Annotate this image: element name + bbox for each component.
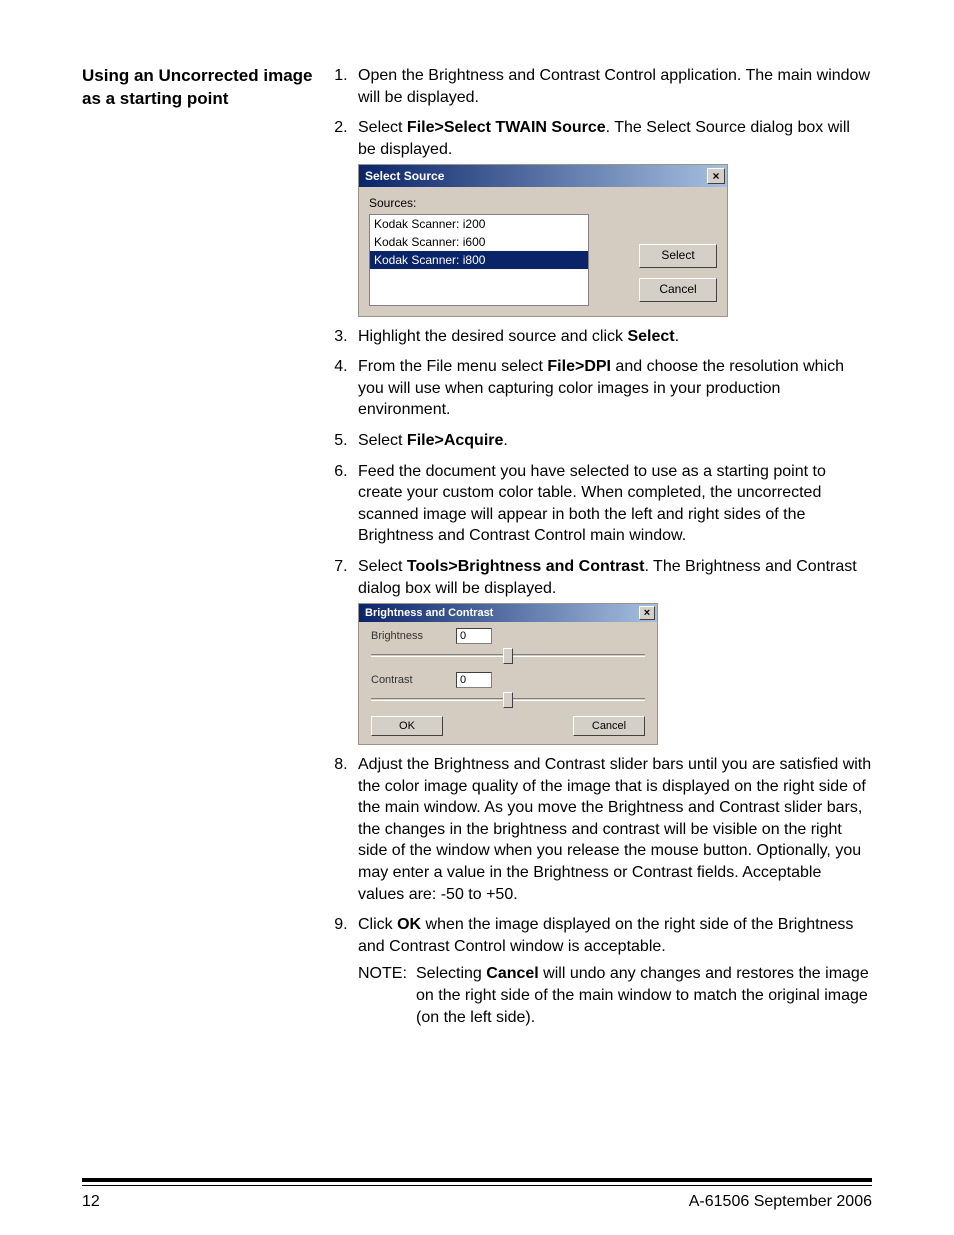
brightness-contrast-window: Brightness and Contrast × Brightness 0 C… bbox=[358, 603, 658, 745]
sources-label: Sources: bbox=[369, 195, 639, 211]
note-label: NOTE: bbox=[358, 963, 416, 1028]
step-7-text-a: Select bbox=[358, 558, 407, 575]
step-9-text-c: when the image displayed on the right si… bbox=[358, 916, 853, 955]
cancel-button[interactable]: Cancel bbox=[573, 716, 645, 736]
step-6: Feed the document you have selected to u… bbox=[352, 461, 872, 547]
footer-rule bbox=[82, 1178, 872, 1182]
step-9: Click OK when the image displayed on the… bbox=[352, 914, 872, 1028]
step-5-text-c: . bbox=[503, 432, 507, 449]
step-1: Open the Brightness and Contrast Control… bbox=[352, 65, 872, 108]
bc-title: Brightness and Contrast bbox=[365, 606, 639, 621]
step-3: Highlight the desired source and click S… bbox=[352, 326, 872, 348]
list-item[interactable]: Kodak Scanner: i600 bbox=[370, 233, 588, 251]
step-3-text-a: Highlight the desired source and click bbox=[358, 328, 627, 345]
step-5: Select File>Acquire. bbox=[352, 430, 872, 452]
note: NOTE: Selecting Cancel will undo any cha… bbox=[358, 963, 872, 1028]
step-3-bold: Select bbox=[627, 328, 674, 345]
step-2-text-a: Select bbox=[358, 119, 407, 136]
contrast-label: Contrast bbox=[371, 673, 456, 688]
contrast-slider[interactable] bbox=[371, 690, 645, 708]
select-source-window: Select Source × Sources: Kodak Scanner: … bbox=[358, 164, 728, 316]
contrast-input[interactable]: 0 bbox=[456, 672, 492, 688]
page-number: 12 bbox=[82, 1191, 100, 1213]
close-icon[interactable]: × bbox=[639, 606, 655, 620]
section-heading: Using an Uncorrected image as a starting… bbox=[82, 65, 314, 111]
list-item[interactable]: Kodak Scanner: i800 bbox=[370, 251, 588, 269]
cancel-button[interactable]: Cancel bbox=[639, 278, 717, 302]
list-item[interactable]: Kodak Scanner: i200 bbox=[370, 215, 588, 233]
step-5-text-a: Select bbox=[358, 432, 407, 449]
step-4-bold: File>DPI bbox=[547, 358, 611, 375]
step-4-text-a: From the File menu select bbox=[358, 358, 547, 375]
select-button[interactable]: Select bbox=[639, 244, 717, 268]
ok-button[interactable]: OK bbox=[371, 716, 443, 736]
select-source-titlebar: Select Source × bbox=[359, 165, 727, 187]
brightness-input[interactable]: 0 bbox=[456, 628, 492, 644]
step-7-bold: Tools>Brightness and Contrast bbox=[407, 558, 645, 575]
note-body: Selecting Cancel will undo any changes a… bbox=[416, 963, 872, 1028]
note-text-a: Selecting bbox=[416, 965, 486, 982]
bc-titlebar: Brightness and Contrast × bbox=[359, 604, 657, 622]
close-icon[interactable]: × bbox=[707, 168, 725, 184]
sources-listbox[interactable]: Kodak Scanner: i200 Kodak Scanner: i600 … bbox=[369, 214, 589, 306]
step-2-bold: File>Select TWAIN Source bbox=[407, 119, 606, 136]
step-2: Select File>Select TWAIN Source. The Sel… bbox=[352, 117, 872, 316]
doc-id: A-61506 September 2006 bbox=[689, 1191, 872, 1213]
step-8: Adjust the Brightness and Contrast slide… bbox=[352, 754, 872, 905]
note-bold: Cancel bbox=[486, 965, 538, 982]
step-9-text-a: Click bbox=[358, 916, 397, 933]
brightness-slider[interactable] bbox=[371, 646, 645, 664]
step-5-bold: File>Acquire bbox=[407, 432, 503, 449]
step-9-bold: OK bbox=[397, 916, 421, 933]
step-7: Select Tools>Brightness and Contrast. Th… bbox=[352, 556, 872, 745]
footer-rule-thin bbox=[82, 1185, 872, 1186]
select-source-title: Select Source bbox=[365, 168, 707, 184]
step-3-text-c: . bbox=[675, 328, 679, 345]
step-4: From the File menu select File>DPI and c… bbox=[352, 356, 872, 421]
brightness-label: Brightness bbox=[371, 629, 456, 644]
